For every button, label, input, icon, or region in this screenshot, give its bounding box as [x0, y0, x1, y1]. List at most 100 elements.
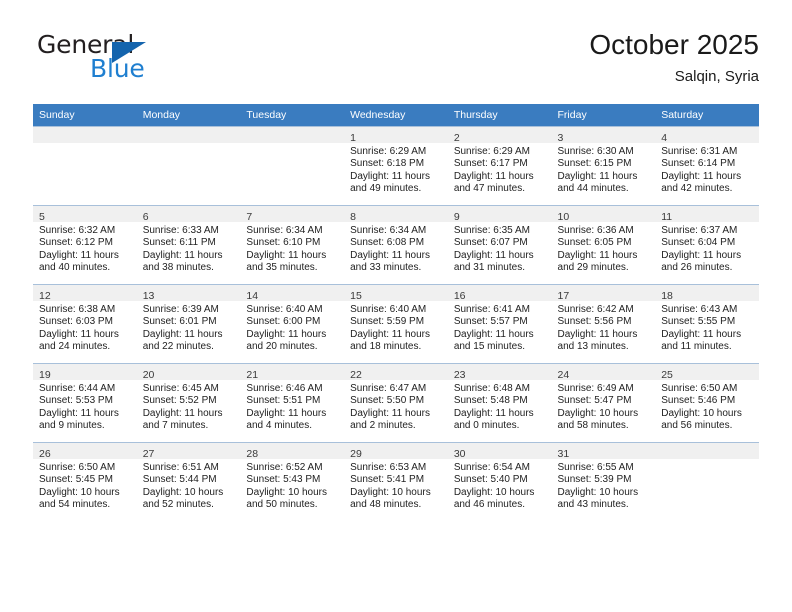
calendar-day-cell [240, 126, 345, 206]
calendar-day-cell[interactable]: 8 Sunrise: 6:34 AM Sunset: 6:08 PM Daylight… [344, 205, 448, 285]
calendar-day-cell[interactable]: 14 Sunrise: 6:40 AM Sunset: 6:00 PM Dayligh… [240, 284, 345, 364]
day-cell-inner: 5 Sunrise: 6:32 AM Sunset: 6:12 PM Daylight… [33, 206, 137, 284]
sunset-text: Sunset: 6:12 PM [39, 237, 113, 249]
day-cell-inner: 22 Sunrise: 6:47 AM Sunset: 5:50 PM Dayligh… [344, 364, 448, 442]
day-number-bar: 9 [447, 206, 552, 223]
day-cell-details: Sunrise: 6:38 AM Sunset: 6:03 PM Daylight:… [33, 301, 137, 354]
daylight-text-line2: and 52 minutes. [142, 499, 214, 511]
calendar-day-cell[interactable]: 12 Sunrise: 6:38 AM Sunset: 6:03 PM Dayligh… [33, 284, 137, 364]
weekday-header-thursday: Thursday [447, 104, 552, 127]
day-cell-details: Sunrise: 6:34 AM Sunset: 6:08 PM Daylight:… [344, 222, 448, 275]
calendar-day-cell[interactable]: 22 Sunrise: 6:47 AM Sunset: 5:50 PM Dayligh… [344, 363, 448, 443]
sunset-text: Sunset: 5:56 PM [557, 316, 632, 328]
sunrise-text: Sunrise: 6:30 AM [557, 146, 634, 157]
day-number: 17 [557, 290, 570, 302]
day-cell-inner: 8 Sunrise: 6:34 AM Sunset: 6:08 PM Daylight… [344, 206, 448, 284]
sunset-text: Sunset: 6:10 PM [246, 237, 321, 249]
calendar-day-cell[interactable]: 30 Sunrise: 6:54 AM Sunset: 5:40 PM Dayligh… [447, 442, 552, 521]
sunset-text: Sunset: 5:40 PM [453, 474, 528, 486]
weekday-header-tuesday: Tuesday [240, 104, 345, 127]
sunset-text: Sunset: 5:45 PM [39, 474, 113, 486]
calendar-day-cell[interactable]: 26 Sunrise: 6:50 AM Sunset: 5:45 PM Dayligh… [33, 442, 137, 521]
daylight-text-line2: and 7 minutes. [142, 420, 209, 432]
daylight-text-line1: Daylight: 10 hours [142, 486, 224, 498]
calendar-day-cell[interactable]: 15 Sunrise: 6:40 AM Sunset: 5:59 PM Dayligh… [344, 284, 448, 364]
calendar-day-cell[interactable]: 7 Sunrise: 6:34 AM Sunset: 6:10 PM Daylight… [240, 205, 345, 285]
calendar-day-cell[interactable]: 5 Sunrise: 6:32 AM Sunset: 6:12 PM Daylight… [33, 205, 137, 285]
calendar-day-cell[interactable]: 19 Sunrise: 6:44 AM Sunset: 5:53 PM Dayligh… [33, 363, 137, 443]
calendar-day-cell[interactable]: 20 Sunrise: 6:45 AM Sunset: 5:52 PM Dayligh… [136, 363, 241, 443]
sunset-text: Sunset: 5:47 PM [557, 395, 632, 407]
calendar-day-cell[interactable]: 23 Sunrise: 6:48 AM Sunset: 5:48 PM Dayligh… [447, 363, 552, 443]
calendar-day-cell[interactable]: 25 Sunrise: 6:50 AM Sunset: 5:46 PM Dayligh… [655, 363, 759, 443]
day-number: 3 [557, 132, 564, 144]
calendar-day-cell[interactable]: 29 Sunrise: 6:53 AM Sunset: 5:41 PM Dayligh… [344, 442, 448, 521]
calendar-day-cell [33, 126, 137, 206]
daylight-text-line1: Daylight: 11 hours [661, 328, 742, 340]
calendar-day-cell[interactable]: 13 Sunrise: 6:39 AM Sunset: 6:01 PM Dayligh… [136, 284, 241, 364]
daylight-text-line2: and 44 minutes. [557, 183, 629, 195]
day-number: 2 [453, 132, 460, 144]
day-number-bar: 5 [33, 206, 137, 223]
calendar-day-cell[interactable]: 31 Sunrise: 6:55 AM Sunset: 5:39 PM Dayligh… [551, 442, 656, 521]
daylight-text-line1: Daylight: 11 hours [453, 407, 534, 419]
day-cell-inner: 25 Sunrise: 6:50 AM Sunset: 5:46 PM Dayligh… [655, 364, 759, 442]
day-cell-inner: 31 Sunrise: 6:55 AM Sunset: 5:39 PM Dayligh… [551, 443, 656, 521]
calendar-day-cell[interactable]: 11 Sunrise: 6:37 AM Sunset: 6:04 PM Dayligh… [655, 205, 759, 285]
daylight-text-line2: and 46 minutes. [453, 499, 525, 511]
sunrise-text: Sunrise: 6:32 AM [39, 225, 116, 236]
day-number-bar: 17 [551, 285, 656, 302]
day-number: 9 [453, 211, 460, 223]
sunset-text: Sunset: 6:11 PM [142, 237, 216, 249]
day-cell-inner: 1 Sunrise: 6:29 AM Sunset: 6:18 PM Daylight… [344, 127, 448, 205]
day-number-bar: 7 [240, 206, 345, 223]
calendar-day-cell[interactable]: 27 Sunrise: 6:51 AM Sunset: 5:44 PM Dayligh… [136, 442, 241, 521]
day-cell-details: Sunrise: 6:43 AM Sunset: 5:55 PM Daylight:… [655, 301, 759, 354]
sunrise-text: Sunrise: 6:42 AM [557, 304, 634, 315]
sunset-text: Sunset: 5:51 PM [246, 395, 321, 407]
day-number-bar: 6 [136, 206, 241, 223]
calendar-day-cell[interactable]: 24 Sunrise: 6:49 AM Sunset: 5:47 PM Dayligh… [551, 363, 656, 443]
sunrise-text: Sunrise: 6:51 AM [142, 462, 219, 473]
day-number: 8 [350, 211, 356, 223]
calendar-week-row: 12 Sunrise: 6:38 AM Sunset: 6:03 PM Dayligh… [33, 284, 759, 364]
calendar-day-cell[interactable]: 3 Sunrise: 6:30 AM Sunset: 6:15 PM Daylight… [551, 126, 656, 206]
day-cell-details: Sunrise: 6:46 AM Sunset: 5:51 PM Daylight:… [240, 380, 344, 433]
day-cell-details: Sunrise: 6:45 AM Sunset: 5:52 PM Daylight:… [137, 380, 241, 433]
day-cell-details: Sunrise: 6:47 AM Sunset: 5:50 PM Daylight:… [344, 380, 448, 433]
calendar-day-cell[interactable]: 4 Sunrise: 6:31 AM Sunset: 6:14 PM Daylight… [655, 126, 759, 206]
day-cell-details: Sunrise: 6:30 AM Sunset: 6:15 PM Daylight:… [552, 143, 656, 196]
sunrise-text: Sunrise: 6:54 AM [453, 462, 530, 473]
day-cell-details: Sunrise: 6:34 AM Sunset: 6:10 PM Daylight:… [240, 222, 344, 275]
calendar-week-row: 5 Sunrise: 6:32 AM Sunset: 6:12 PM Daylight… [33, 205, 759, 285]
calendar-day-cell[interactable]: 6 Sunrise: 6:33 AM Sunset: 6:11 PM Daylight… [136, 205, 241, 285]
day-number: 29 [350, 448, 362, 460]
calendar-day-cell[interactable]: 10 Sunrise: 6:36 AM Sunset: 6:05 PM Dayligh… [551, 205, 656, 285]
day-cell-inner: 7 Sunrise: 6:34 AM Sunset: 6:10 PM Daylight… [240, 206, 345, 284]
day-cell-inner: 16 Sunrise: 6:41 AM Sunset: 5:57 PM Dayligh… [447, 285, 552, 363]
day-number-bar: 12 [33, 285, 137, 302]
calendar-day-cell[interactable]: 21 Sunrise: 6:46 AM Sunset: 5:51 PM Dayligh… [240, 363, 345, 443]
calendar-day-cell[interactable]: 28 Sunrise: 6:52 AM Sunset: 5:43 PM Dayligh… [240, 442, 345, 521]
calendar-day-cell [136, 126, 241, 206]
calendar-day-cell[interactable]: 1 Sunrise: 6:29 AM Sunset: 6:18 PM Daylight… [344, 126, 448, 206]
brand-logo[interactable]: General Blue [33, 28, 263, 88]
sunset-text: Sunset: 5:52 PM [142, 395, 217, 407]
calendar-header-row: Sunday Monday Tuesday Wednesday Thursday… [33, 104, 759, 127]
daylight-text-line1: Daylight: 11 hours [246, 407, 327, 419]
daylight-text-line1: Daylight: 10 hours [246, 486, 328, 498]
calendar-body: 1 Sunrise: 6:29 AM Sunset: 6:18 PM Daylight… [33, 126, 759, 521]
day-cell-details: Sunrise: 6:41 AM Sunset: 5:57 PM Daylight:… [448, 301, 552, 354]
calendar-day-cell[interactable]: 18 Sunrise: 6:43 AM Sunset: 5:55 PM Dayligh… [655, 284, 759, 364]
daylight-text-line2: and 56 minutes. [661, 420, 733, 432]
daylight-text-line2: and 47 minutes. [453, 183, 525, 195]
sunrise-text: Sunrise: 6:50 AM [661, 383, 738, 394]
calendar-day-cell[interactable]: 16 Sunrise: 6:41 AM Sunset: 5:57 PM Dayligh… [447, 284, 552, 364]
calendar-day-cell[interactable]: 9 Sunrise: 6:35 AM Sunset: 6:07 PM Daylight… [447, 205, 552, 285]
calendar-day-cell[interactable]: 2 Sunrise: 6:29 AM Sunset: 6:17 PM Daylight… [447, 126, 552, 206]
day-number: 1 [350, 132, 356, 144]
daylight-text-line1: Daylight: 11 hours [142, 249, 223, 261]
day-cell-details: Sunrise: 6:54 AM Sunset: 5:40 PM Daylight:… [448, 459, 552, 512]
calendar-day-cell[interactable]: 17 Sunrise: 6:42 AM Sunset: 5:56 PM Dayligh… [551, 284, 656, 364]
daylight-text-line2: and 43 minutes. [557, 499, 629, 511]
